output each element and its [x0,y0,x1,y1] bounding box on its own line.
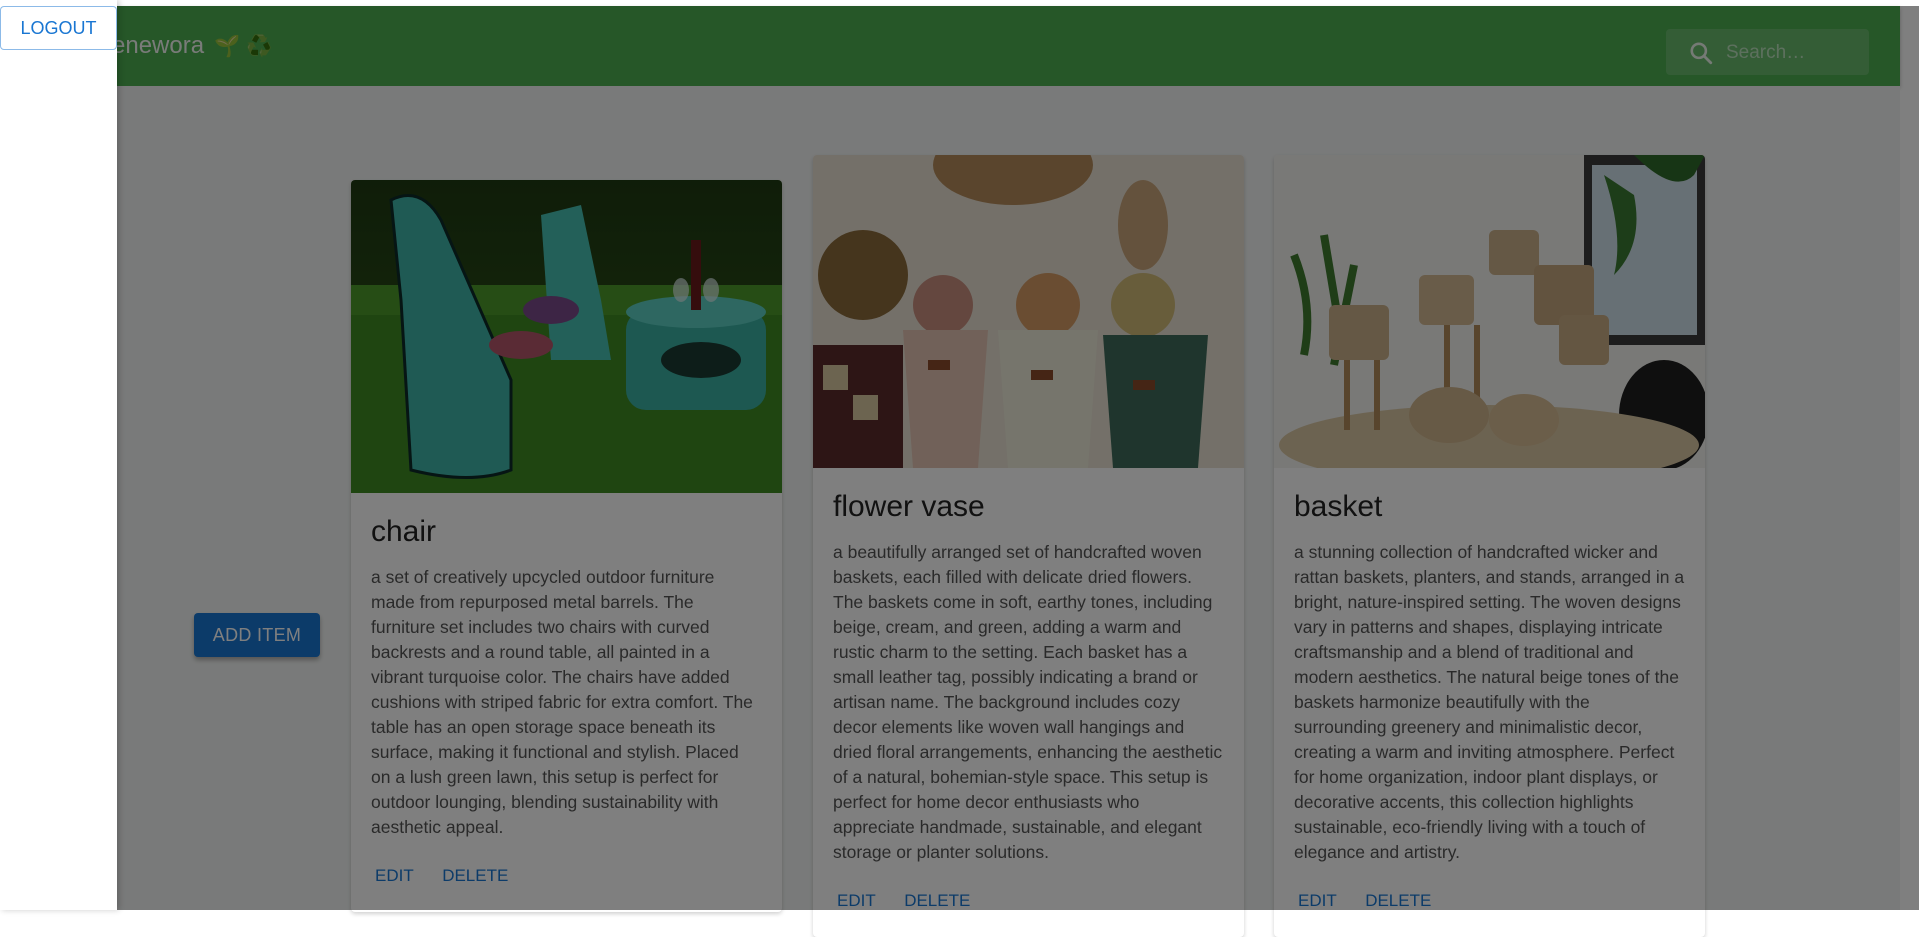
add-item-button[interactable]: ADD ITEM [194,613,320,657]
item-card-chair: chair a set of creatively upcycled outdo… [351,180,782,912]
delete-button[interactable]: DELETE [892,881,982,921]
item-description: a set of creatively upcycled outdoor fur… [371,567,753,837]
item-title: basket [1294,490,1383,523]
delete-button[interactable]: DELETE [430,856,520,896]
item-title: flower vase [833,490,985,523]
app-title[interactable]: enewora 🌱 ♻️ [112,32,272,60]
search-icon [1690,42,1713,65]
leaf-recycle-icon: 🌱 ♻️ [214,34,273,58]
app-title-text: enewora [112,32,205,59]
item-title: chair [371,515,437,548]
edit-button[interactable]: EDIT [363,856,426,896]
search-box[interactable] [1666,29,1869,75]
item-actions: EDIT DELETE [813,865,1244,937]
item-image-chair [351,180,782,493]
item-image-flower-vase [813,155,1244,468]
app-bar: enewora 🌱 ♻️ [0,6,1900,86]
delete-button[interactable]: DELETE [1353,881,1443,921]
item-actions: EDIT DELETE [351,840,782,912]
item-card-flower-vase: flower vase a beautifully arranged set o… [813,155,1244,937]
item-card-basket: basket a stunning collection of handcraf… [1274,155,1705,937]
item-description: a stunning collection of handcrafted wic… [1294,542,1685,862]
search-input[interactable] [1724,38,1864,68]
item-description: a beautifully arranged set of handcrafte… [833,542,1223,862]
side-drawer: LOGOUT [0,0,117,910]
logout-button[interactable]: LOGOUT [0,6,117,50]
item-actions: EDIT DELETE [1274,865,1705,937]
edit-button[interactable]: EDIT [1286,881,1349,921]
item-image-basket [1274,155,1705,468]
main-content: ADD ITEM chair a set of creatively upcyc… [0,86,1900,937]
edit-button[interactable]: EDIT [825,881,888,921]
